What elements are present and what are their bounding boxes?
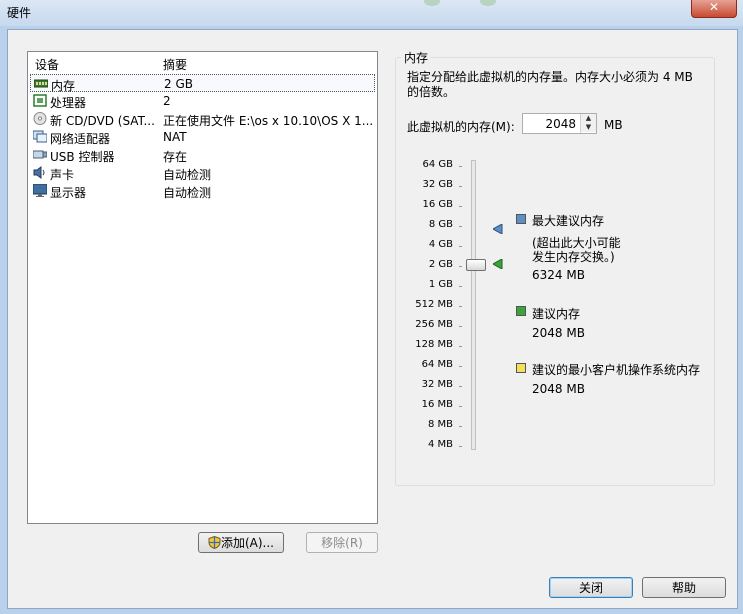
scale-label: 64 MB bbox=[421, 359, 453, 370]
device-summary: 正在使用文件 E:\os x 10.10\OS X 1... bbox=[163, 114, 374, 128]
max-recommended-swatch bbox=[516, 214, 526, 224]
add-button[interactable]: 添加(A)... bbox=[198, 532, 284, 553]
memory-icon bbox=[34, 79, 48, 88]
device-list-header: 设备 摘要 bbox=[28, 52, 377, 73]
scale-label: 16 MB bbox=[421, 399, 453, 410]
scale-tick bbox=[459, 326, 462, 327]
scale-label: 4 GB bbox=[428, 239, 453, 250]
device-name: 网络适配器 bbox=[50, 132, 111, 146]
remove-button[interactable]: 移除(R) bbox=[306, 532, 378, 553]
device-summary: 自动检测 bbox=[163, 168, 212, 182]
minimum-os-title: 建议的最小客户机操作系统内存 bbox=[532, 363, 701, 377]
device-row-processor[interactable]: 处理器 2 bbox=[30, 92, 375, 110]
column-header-summary[interactable]: 摘要 bbox=[163, 56, 187, 73]
scale-label: 8 MB bbox=[427, 419, 453, 430]
scale-tick bbox=[459, 386, 462, 387]
dialog-client-area: 设备 摘要 内存 2 GB 处理器 2 新 CD/DVD (SAT... 正在使… bbox=[7, 29, 738, 609]
monitor-icon bbox=[33, 184, 47, 197]
sound-card-icon bbox=[33, 166, 45, 179]
cd-dvd-icon bbox=[33, 112, 47, 125]
column-header-device[interactable]: 设备 bbox=[35, 56, 59, 73]
memory-value-input[interactable]: 2048 bbox=[545, 117, 576, 131]
title-bar: 硬件 ✕ bbox=[0, 0, 743, 26]
scale-tick bbox=[459, 266, 462, 267]
device-name: 处理器 bbox=[50, 96, 87, 110]
memory-description: 指定分配给此虚拟机的内存量。内存大小必须为 4 MB 的倍数。 bbox=[407, 70, 693, 99]
memory-slider-thumb[interactable] bbox=[466, 259, 486, 271]
scale-tick bbox=[459, 206, 462, 207]
scale-tick bbox=[459, 306, 462, 307]
scale-label: 128 MB bbox=[415, 339, 453, 350]
spin-arrows[interactable]: ▲ ▼ bbox=[580, 114, 596, 133]
scale-label: 512 MB bbox=[415, 299, 453, 310]
device-summary: 存在 bbox=[163, 150, 188, 164]
add-button-label: 添加(A)... bbox=[220, 536, 275, 550]
window-title: 硬件 bbox=[7, 6, 32, 20]
max-recommended-marker-icon bbox=[493, 224, 503, 234]
background-window-dot bbox=[424, 0, 440, 6]
max-recommended-note: 发生内存交换。) bbox=[532, 250, 615, 264]
max-recommended-value: 6324 MB bbox=[532, 268, 585, 282]
device-row-network[interactable]: 网络适配器 NAT bbox=[30, 128, 375, 146]
scale-tick bbox=[459, 366, 462, 367]
spin-up-icon[interactable]: ▲ bbox=[581, 114, 596, 123]
scale-label: 256 MB bbox=[415, 319, 453, 330]
scale-tick bbox=[459, 446, 462, 447]
scale-tick bbox=[459, 406, 462, 407]
recommended-marker-icon bbox=[493, 259, 503, 269]
minimum-os-swatch bbox=[516, 363, 526, 373]
scale-label: 64 GB bbox=[422, 159, 453, 170]
max-recommended-title: 最大建议内存 bbox=[532, 214, 605, 228]
recommended-swatch bbox=[516, 306, 526, 316]
scale-label: 32 MB bbox=[421, 379, 453, 390]
memory-unit: MB bbox=[604, 118, 623, 132]
device-name: 声卡 bbox=[50, 168, 75, 182]
device-row-sound-card[interactable]: 声卡 自动检测 bbox=[30, 164, 375, 182]
close-button[interactable]: 关闭 bbox=[549, 577, 633, 598]
scale-tick bbox=[459, 286, 462, 287]
spin-down-icon[interactable]: ▼ bbox=[581, 123, 596, 132]
minimum-os-value: 2048 MB bbox=[532, 382, 585, 396]
scale-tick bbox=[459, 346, 462, 347]
device-summary: 2 GB bbox=[164, 77, 193, 91]
usb-icon bbox=[33, 150, 47, 159]
memory-field-label: 此虚拟机的内存(M): bbox=[407, 120, 515, 134]
device-name: USB 控制器 bbox=[50, 150, 115, 164]
scale-tick bbox=[459, 246, 462, 247]
device-row-display[interactable]: 显示器 自动检测 bbox=[30, 182, 375, 200]
scale-label: 2 GB bbox=[428, 259, 453, 270]
network-adapter-icon bbox=[33, 130, 47, 143]
recommended-title: 建议内存 bbox=[532, 307, 581, 321]
scale-label: 1 GB bbox=[428, 279, 453, 290]
device-row-cd-dvd[interactable]: 新 CD/DVD (SAT... 正在使用文件 E:\os x 10.10\OS… bbox=[30, 110, 375, 128]
device-summary: NAT bbox=[163, 130, 187, 144]
device-summary: 自动检测 bbox=[163, 186, 212, 200]
processor-icon bbox=[33, 94, 47, 107]
scale-label: 4 MB bbox=[427, 439, 453, 450]
device-row-memory[interactable]: 内存 2 GB bbox=[30, 74, 375, 93]
memory-group-title: 内存 bbox=[401, 49, 432, 66]
scale-tick bbox=[459, 226, 462, 227]
device-name: 显示器 bbox=[50, 186, 87, 200]
device-row-usb[interactable]: USB 控制器 存在 bbox=[30, 146, 375, 164]
scale-label: 32 GB bbox=[422, 179, 453, 190]
scale-tick bbox=[459, 186, 462, 187]
help-button[interactable]: 帮助 bbox=[642, 577, 726, 598]
background-window-dot bbox=[480, 0, 496, 6]
recommended-value: 2048 MB bbox=[532, 326, 585, 340]
scale-tick bbox=[459, 166, 462, 167]
memory-spinbox[interactable]: 2048 ▲ ▼ bbox=[522, 113, 597, 134]
shield-icon bbox=[208, 535, 221, 550]
scale-label: 8 GB bbox=[428, 219, 453, 230]
window-close-button[interactable]: ✕ bbox=[691, 0, 737, 18]
device-list[interactable]: 设备 摘要 内存 2 GB 处理器 2 新 CD/DVD (SAT... 正在使… bbox=[27, 51, 378, 524]
memory-slider-track[interactable] bbox=[471, 160, 476, 450]
device-name: 新 CD/DVD (SAT... bbox=[50, 114, 155, 128]
device-summary: 2 bbox=[163, 94, 171, 108]
scale-tick bbox=[459, 426, 462, 427]
scale-label: 16 GB bbox=[422, 199, 453, 210]
